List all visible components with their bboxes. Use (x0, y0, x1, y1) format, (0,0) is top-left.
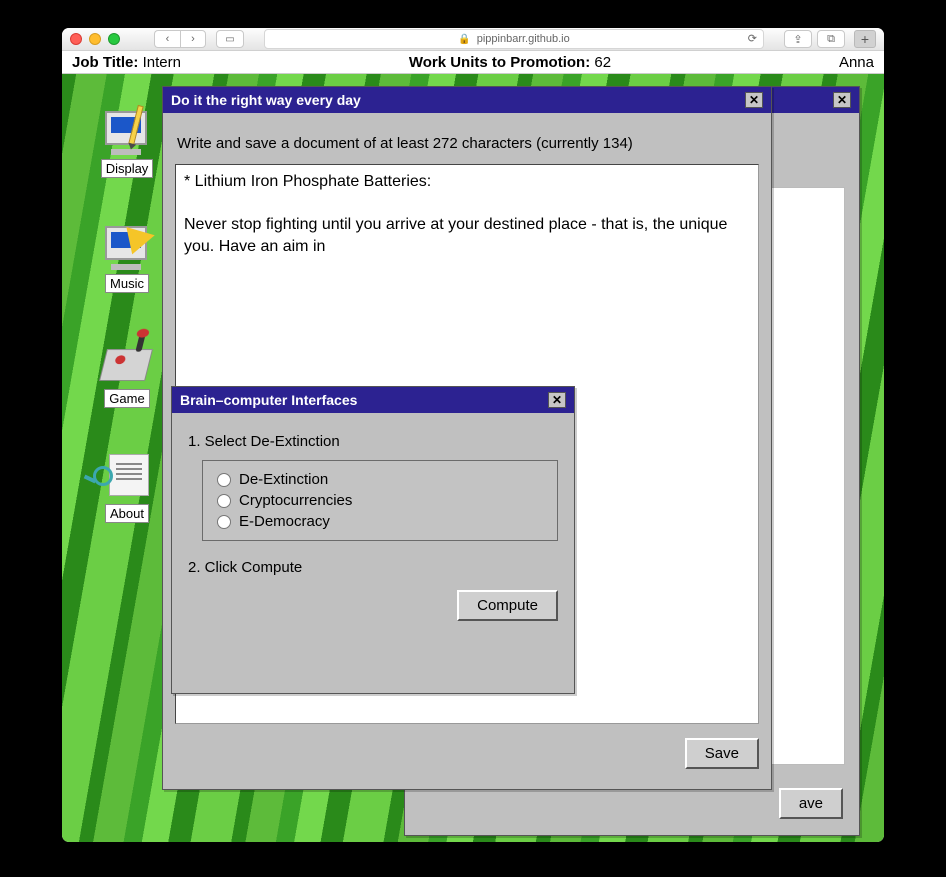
promotion-label: Work Units to Promotion: (409, 54, 590, 71)
toolbar-right: ⇪ ⧉ + (784, 30, 876, 48)
lock-icon (458, 33, 470, 45)
radio-icon (217, 494, 231, 508)
browser-window: ‹ › ▭ pippinbarr.github.io ⟳ ⇪ ⧉ + Job T… (62, 28, 884, 842)
forward-button[interactable]: › (180, 30, 206, 48)
reload-icon[interactable]: ⟳ (748, 32, 757, 45)
display-icon[interactable]: Display (88, 107, 166, 178)
radio-option-de-extinction[interactable]: De-Extinction (217, 469, 543, 490)
new-tab-button[interactable]: + (854, 30, 876, 48)
brain-window: Brain–computer Interfaces ✕ 1. Select De… (171, 386, 575, 694)
minimize-icon[interactable] (89, 33, 101, 45)
music-icon[interactable]: Music (88, 222, 166, 293)
nav-buttons: ‹ › (154, 30, 206, 48)
radio-group: De-Extinction Cryptocurrencies E-Democra… (202, 460, 558, 541)
radio-label: E-Democracy (239, 513, 330, 530)
icon-label: Display (101, 159, 154, 178)
step-1-label: 1. Select De-Extinction (188, 433, 558, 450)
maximize-icon[interactable] (108, 33, 120, 45)
close-icon[interactable]: ✕ (833, 92, 851, 108)
close-icon[interactable] (70, 33, 82, 45)
job-title-value: Intern (143, 54, 181, 71)
promotion-counter: Work Units to Promotion: 62 (409, 54, 611, 71)
game-icon[interactable]: Game (88, 337, 166, 408)
titlebar: ‹ › ▭ pippinbarr.github.io ⟳ ⇪ ⧉ + (62, 28, 884, 50)
icon-label: Music (105, 274, 149, 293)
about-icon[interactable]: About (88, 452, 166, 523)
desktop: Display Music Game About ✕ ave (62, 74, 884, 842)
window-controls (70, 33, 120, 45)
save-button[interactable]: Save (685, 738, 759, 769)
radio-label: De-Extinction (239, 471, 328, 488)
window-titlebar[interactable]: Do it the right way every day ✕ (163, 87, 771, 113)
job-title-label: Job Title: (72, 54, 138, 71)
url-bar[interactable]: pippinbarr.github.io ⟳ (264, 29, 764, 49)
save-button[interactable]: ave (779, 788, 843, 819)
tabs-button[interactable]: ⧉ (817, 30, 845, 48)
window-title: Do it the right way every day (171, 92, 361, 108)
share-button[interactable]: ⇪ (784, 30, 812, 48)
close-icon[interactable]: ✕ (548, 392, 566, 408)
radio-option-e-democracy[interactable]: E-Democracy (217, 511, 543, 532)
instruction-text: Write and save a document of at least 27… (177, 135, 759, 152)
window-titlebar[interactable]: Brain–computer Interfaces ✕ (172, 387, 574, 413)
window-title: Brain–computer Interfaces (180, 392, 357, 408)
job-title: Job Title: Intern (72, 54, 181, 71)
icon-label: About (105, 504, 149, 523)
radio-icon (217, 515, 231, 529)
radio-label: Cryptocurrencies (239, 492, 352, 509)
compute-button[interactable]: Compute (457, 590, 558, 621)
tab-overview-button[interactable]: ▭ (216, 30, 244, 48)
radio-icon (217, 473, 231, 487)
username: Anna (839, 54, 874, 71)
step-2-label: 2. Click Compute (188, 559, 558, 576)
desktop-icons: Display Music Game About (88, 107, 166, 523)
promotion-value: 62 (594, 54, 611, 71)
back-button[interactable]: ‹ (154, 30, 180, 48)
close-icon[interactable]: ✕ (745, 92, 763, 108)
url-text: pippinbarr.github.io (477, 33, 570, 45)
icon-label: Game (104, 389, 149, 408)
game-status-bar: Job Title: Intern Work Units to Promotio… (62, 50, 884, 74)
radio-option-cryptocurrencies[interactable]: Cryptocurrencies (217, 490, 543, 511)
